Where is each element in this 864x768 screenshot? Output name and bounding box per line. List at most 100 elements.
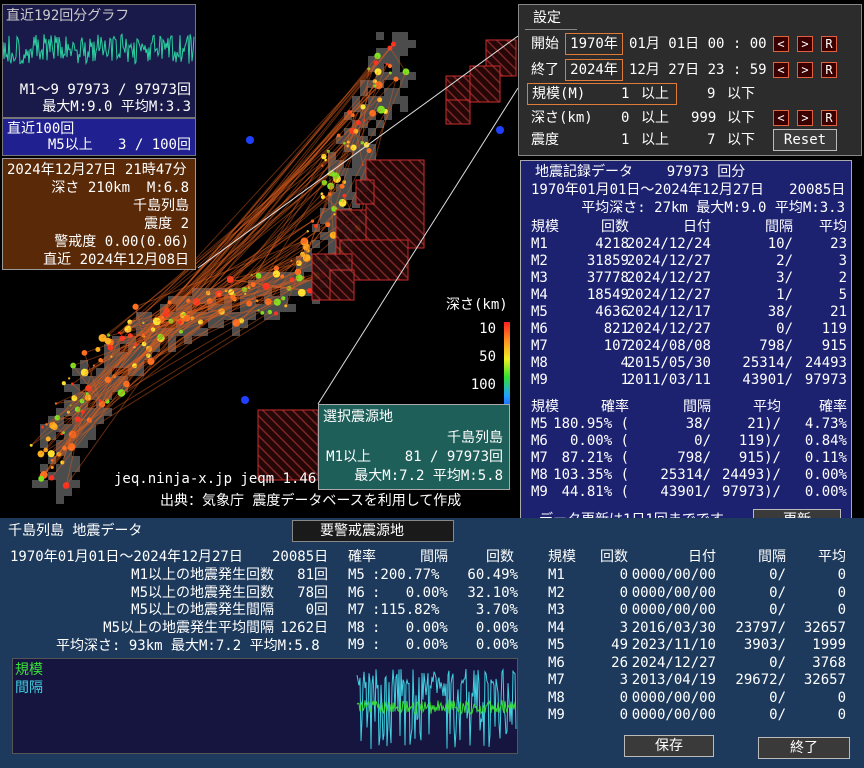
records-row: M7 107 2024/08/08 798/915: [521, 338, 851, 355]
records-header-cell: 規模: [531, 219, 559, 235]
records-cell: 43901/: [742, 372, 793, 388]
prob-cell: 0.11%: [804, 450, 847, 466]
bottom-table-cell: M9: [548, 707, 565, 723]
bottom-table-cell: M6: [548, 654, 565, 671]
bottom-table-cell: 0: [619, 689, 628, 706]
end-next-button[interactable]: >: [797, 62, 813, 78]
prob-cell: 43901/: [660, 484, 711, 500]
recent-100-title: 直近100回: [7, 121, 75, 137]
prob-cell: 0.84%: [804, 433, 847, 449]
intensity-max[interactable]: 7: [707, 133, 715, 147]
records-cell: 24493: [804, 355, 847, 371]
bottom-table-cell: 0000/00/00: [631, 602, 716, 618]
end-year-field[interactable]: 2024年: [565, 59, 623, 81]
bottom-table-cell: 3: [619, 619, 628, 636]
start-date-time[interactable]: 01月 01日 00 : 00: [629, 37, 767, 51]
records-cell: M8: [531, 355, 548, 371]
depth-reset-r-button[interactable]: R: [821, 110, 837, 126]
start-reset-r-button[interactable]: R: [821, 36, 837, 52]
bottom-table-cell: 0: [619, 584, 628, 601]
intensity-min-unit: 以上: [641, 132, 669, 148]
bottom-table-cell: 2024/12/27: [631, 654, 716, 671]
epicenter-map[interactable]: 直近192回分グラフ M1～9 97973 / 97973回 最大M:9.0 平…: [0, 0, 518, 516]
prob-header-cell: 確率: [601, 399, 629, 415]
prob-header-cell: 確率: [819, 399, 847, 415]
start-prev-button[interactable]: <: [773, 36, 789, 52]
latest-datetime: 2024年12月27日 21時47分: [7, 162, 187, 178]
intensity-min[interactable]: 1: [621, 133, 629, 147]
bottom-prob-rate: : 0.00%: [372, 584, 448, 601]
depth-label: 深さ(km): [531, 110, 593, 126]
exit-button[interactable]: 終了: [758, 737, 850, 759]
prob-cell: M5: [531, 416, 548, 432]
depth-colorbar: [504, 322, 510, 414]
bottom-table-cell: M5: [548, 637, 565, 653]
reset-button[interactable]: Reset: [773, 129, 837, 151]
latest-quake-panel: 2024年12月27日 21時47分 深さ 210km M:6.8 千島列島 震…: [2, 158, 196, 270]
prob-cell: 24493)/: [721, 467, 781, 483]
intensity-max-unit: 以下: [727, 132, 755, 148]
prob-cell: 915)/: [738, 450, 781, 466]
start-year-field[interactable]: 1970年: [565, 33, 623, 55]
records-cell: 38/: [767, 304, 793, 320]
bottom-table-cell: 0/: [769, 654, 786, 671]
scale-min[interactable]: 1: [621, 87, 629, 101]
bottom-table-cell: 26: [611, 654, 628, 671]
prob-row: M7 87.21% (798/915)/ 0.11%: [521, 450, 851, 467]
latest-depth-magnitude: 深さ 210km M:6.8: [51, 180, 189, 196]
bottom-graph-plot: [356, 668, 517, 749]
depth-tick-50: 50: [479, 349, 496, 365]
bottom-table-cell: 0000/00/00: [631, 689, 716, 706]
selected-source-name: 千島列島: [447, 430, 503, 446]
end-reset-r-button[interactable]: R: [821, 62, 837, 78]
records-cell: 2024/12/24: [626, 236, 711, 252]
bottom-table-cell: 2016/03/30: [631, 619, 716, 636]
scale-max[interactable]: 9: [707, 87, 715, 101]
records-cell: 18549: [586, 287, 629, 303]
bottom-table-cell: M3: [548, 602, 565, 618]
records-cell: 37778: [586, 270, 629, 286]
bottom-graph: 規模 間隔: [12, 658, 518, 754]
depth-prev-button[interactable]: <: [773, 110, 789, 126]
records-header-cell: 平均: [819, 219, 847, 235]
records-row: M6 821 2024/12/27 0/119: [521, 321, 851, 338]
start-next-button[interactable]: >: [797, 36, 813, 52]
records-cell: M1: [531, 236, 548, 252]
bottom-table-cell: M7: [548, 672, 565, 688]
prob-cell: 25314/: [660, 467, 711, 483]
depth-min[interactable]: 0: [621, 111, 629, 125]
bottom-table-cell: 0: [619, 707, 628, 723]
tab-alert-sources[interactable]: 要警戒震源地: [320, 524, 404, 538]
records-header: 規模 回数 日付 間隔 平均: [521, 219, 851, 236]
prob-row: M8 103.35% (25314/24493)/ 0.00%: [521, 467, 851, 484]
tab-region-data[interactable]: 千島列島 地震データ: [8, 524, 142, 538]
end-label: 終了: [531, 62, 559, 78]
records-header-cell: 回数: [601, 219, 629, 235]
end-date-time[interactable]: 12月 27日 23 : 59: [629, 63, 767, 77]
depth-max[interactable]: 999: [691, 111, 716, 125]
records-cell: 23: [830, 236, 847, 252]
records-cell: 2: [838, 270, 847, 286]
bottom-table-cell: 0000/00/00: [631, 584, 716, 601]
records-row: M4 18549 2024/12/27 1/5: [521, 287, 851, 304]
bottom-table-cell: 32657: [803, 672, 846, 688]
prob-row: M9 44.81% (43901/97973)/ 0.00%: [521, 484, 851, 501]
save-button[interactable]: 保存: [624, 735, 714, 757]
bottom-table-cell: 0000/00/00: [631, 707, 716, 723]
bottom-prob-mag: M9: [348, 637, 365, 653]
bottom-prob-count: 0.00%: [475, 637, 518, 653]
bottom-table-cell: M1: [548, 567, 565, 583]
graph-192-plot: [3, 33, 195, 66]
records-row: M5 4636 2024/12/17 38/21: [521, 304, 851, 321]
records-cell: M7: [531, 338, 548, 354]
bottom-prob-header: 回数: [486, 549, 514, 565]
bottom-prob-rate: : 0.00%: [372, 637, 448, 653]
depth-legend-title: 深さ(km): [446, 297, 508, 313]
prob-cell: 87.21% (: [561, 450, 629, 466]
bottom-prob-mag: M7: [348, 602, 365, 618]
bottom-prob-rate: : 0.00%: [372, 619, 448, 636]
bottom-prob-count: 60.49%: [467, 567, 518, 583]
depth-next-button[interactable]: >: [797, 110, 813, 126]
end-prev-button[interactable]: <: [773, 62, 789, 78]
bottom-table-cell: 49: [611, 637, 628, 653]
